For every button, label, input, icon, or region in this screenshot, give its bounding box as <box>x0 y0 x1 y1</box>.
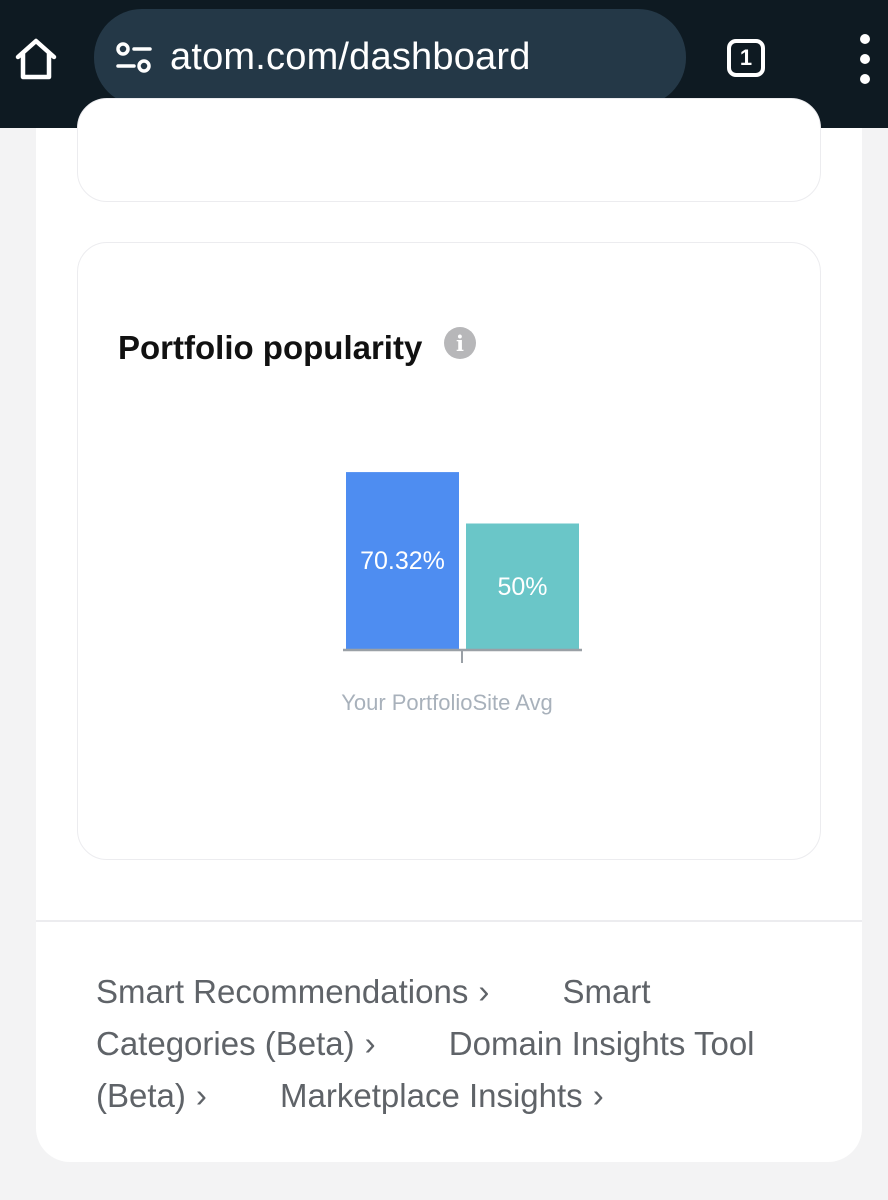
popularity-bar-chart: 70.32% 50% Your PortfolioSite Avg <box>341 472 582 715</box>
address-bar[interactable]: atom.com/dashboard <box>94 9 686 106</box>
dashboard-panel: Portfolio popularity i 70.32% 50% Your Po… <box>36 98 862 1162</box>
link-smart-recommendations[interactable]: Smart Recommendations › <box>96 973 553 1010</box>
site-info-icon[interactable] <box>112 36 156 80</box>
footer-divider <box>36 920 862 922</box>
tab-count: 1 <box>739 45 753 70</box>
url-text[interactable]: atom.com/dashboard <box>170 36 531 79</box>
chevron-right-icon: › <box>478 973 490 1010</box>
x-axis-tick-labels: Your PortfolioSite Avg <box>341 690 553 715</box>
home-button[interactable] <box>8 30 64 88</box>
chevron-right-icon: › <box>195 1077 207 1114</box>
footer-links: Smart Recommendations › Smart Categories … <box>96 966 816 1122</box>
tabs-icon: 1 <box>727 39 765 77</box>
bar-value-label-1: 50% <box>497 573 547 601</box>
chevron-right-icon: › <box>364 1025 376 1062</box>
x-tick-label-1: Site Avg <box>472 690 552 715</box>
more-vert-icon[interactable] <box>850 34 880 84</box>
chevron-right-icon: › <box>592 1077 604 1114</box>
previous-card <box>77 98 821 202</box>
tabs-button[interactable]: 1 <box>722 34 770 82</box>
link-marketplace-insights[interactable]: Marketplace Insights › <box>280 1077 604 1114</box>
bar-value-label-0: 70.32% <box>360 547 445 575</box>
x-tick-label-0: Your Portfolio <box>341 690 472 715</box>
home-icon <box>15 38 57 80</box>
portfolio-popularity-card: Portfolio popularity i 70.32% 50% Your Po… <box>77 242 821 860</box>
